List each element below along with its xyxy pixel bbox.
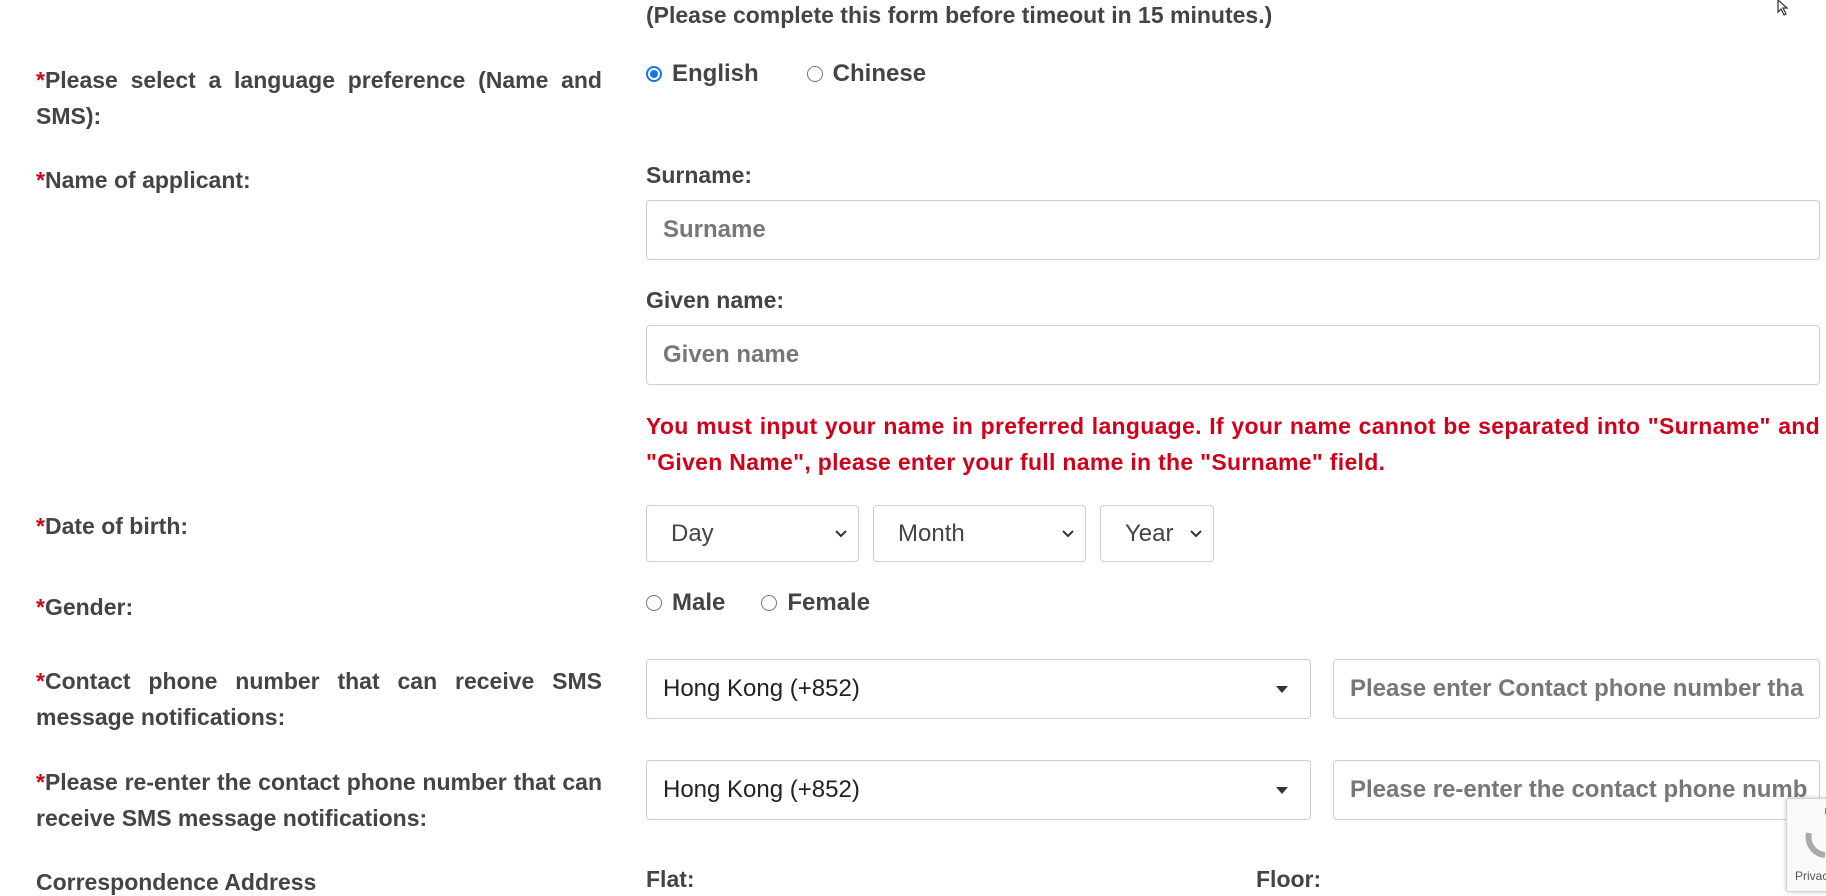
radio-unchecked-icon[interactable] xyxy=(806,66,823,82)
radio-checked-icon[interactable] xyxy=(646,66,662,82)
phone-country-value: Hong Kong (+852) xyxy=(663,675,860,702)
dob-label: *Date of birth: xyxy=(36,508,602,544)
name-warning-text: You must input your name in preferred la… xyxy=(646,413,1820,475)
timeout-notice: (Please complete this form before timeou… xyxy=(646,2,1273,28)
gender-option-label: Male xyxy=(672,589,726,616)
language-option-label: Chinese xyxy=(832,60,927,87)
language-label-text: Please select a language preference (Nam… xyxy=(36,67,602,129)
phone-label-text: Contact phone number that can receive SM… xyxy=(36,668,602,730)
gender-option-label: Female xyxy=(787,589,871,616)
phone-number-input[interactable]: Please enter Contact phone number tha xyxy=(1333,659,1820,719)
dob-month-select[interactable]: Month xyxy=(873,505,1086,562)
required-mark: * xyxy=(36,513,45,539)
address-label: Correspondence Address xyxy=(36,869,317,895)
application-form-page: (Please complete this form before timeou… xyxy=(0,0,1826,896)
required-mark: * xyxy=(36,594,45,620)
name-label: *Name of applicant: xyxy=(36,162,602,198)
recaptcha-privacy-link[interactable]: Privac xyxy=(1795,869,1826,883)
phone-country-select[interactable]: Hong Kong (+852) xyxy=(646,659,1311,719)
chevron-down-icon xyxy=(1189,527,1203,541)
phone-confirm-country-value: Hong Kong (+852) xyxy=(663,776,860,803)
language-radio-group: English Chinese xyxy=(646,60,926,88)
caret-down-icon xyxy=(1276,786,1288,794)
recaptcha-logo-icon xyxy=(1805,808,1826,858)
gender-option-female[interactable]: Female xyxy=(761,589,870,617)
dob-year-value: Year xyxy=(1125,519,1174,547)
chevron-down-icon xyxy=(1061,527,1075,541)
surname-input[interactable]: Surname xyxy=(646,200,1820,260)
gender-radio-group: Male Female xyxy=(646,589,870,617)
required-mark: * xyxy=(36,167,45,193)
language-label: *Please select a language preference (Na… xyxy=(36,62,602,134)
language-option-label: English xyxy=(672,60,759,87)
language-option-english[interactable]: English xyxy=(646,60,759,88)
phone-confirm-label-text: Please re-enter the contact phone number… xyxy=(36,769,602,831)
given-name-label: Given name: xyxy=(646,287,785,313)
gender-label: *Gender: xyxy=(36,589,602,625)
radio-unchecked-icon[interactable] xyxy=(761,595,778,611)
dob-year-select[interactable]: Year xyxy=(1100,505,1214,562)
phone-confirm-input[interactable]: Please re-enter the contact phone numb xyxy=(1333,760,1820,820)
flat-label: Flat: xyxy=(646,866,695,892)
gender-label-text: Gender: xyxy=(44,594,134,620)
phone-confirm-label: *Please re-enter the contact phone numbe… xyxy=(36,764,602,836)
dob-label-text: Date of birth: xyxy=(44,513,189,539)
dob-day-value: Day xyxy=(671,519,714,547)
name-label-text: Name of applicant: xyxy=(44,167,251,193)
radio-unchecked-icon[interactable] xyxy=(646,595,662,611)
required-mark: * xyxy=(36,668,45,694)
dob-day-select[interactable]: Day xyxy=(646,505,859,562)
gender-option-male[interactable]: Male xyxy=(646,589,725,617)
required-mark: * xyxy=(36,769,45,795)
mouse-cursor-icon xyxy=(1777,0,1789,16)
language-option-chinese[interactable]: Chinese xyxy=(806,60,927,88)
required-mark: * xyxy=(36,67,45,93)
floor-label: Floor: xyxy=(1256,866,1322,892)
recaptcha-badge[interactable]: Privac xyxy=(1786,798,1826,892)
phone-label: *Contact phone number that can receive S… xyxy=(36,663,602,735)
phone-confirm-country-select[interactable]: Hong Kong (+852) xyxy=(646,760,1311,820)
surname-label: Surname: xyxy=(646,162,753,188)
dob-month-value: Month xyxy=(898,519,965,547)
chevron-down-icon xyxy=(834,527,848,541)
caret-down-icon xyxy=(1276,685,1288,693)
given-name-input[interactable]: Given name xyxy=(646,325,1820,385)
